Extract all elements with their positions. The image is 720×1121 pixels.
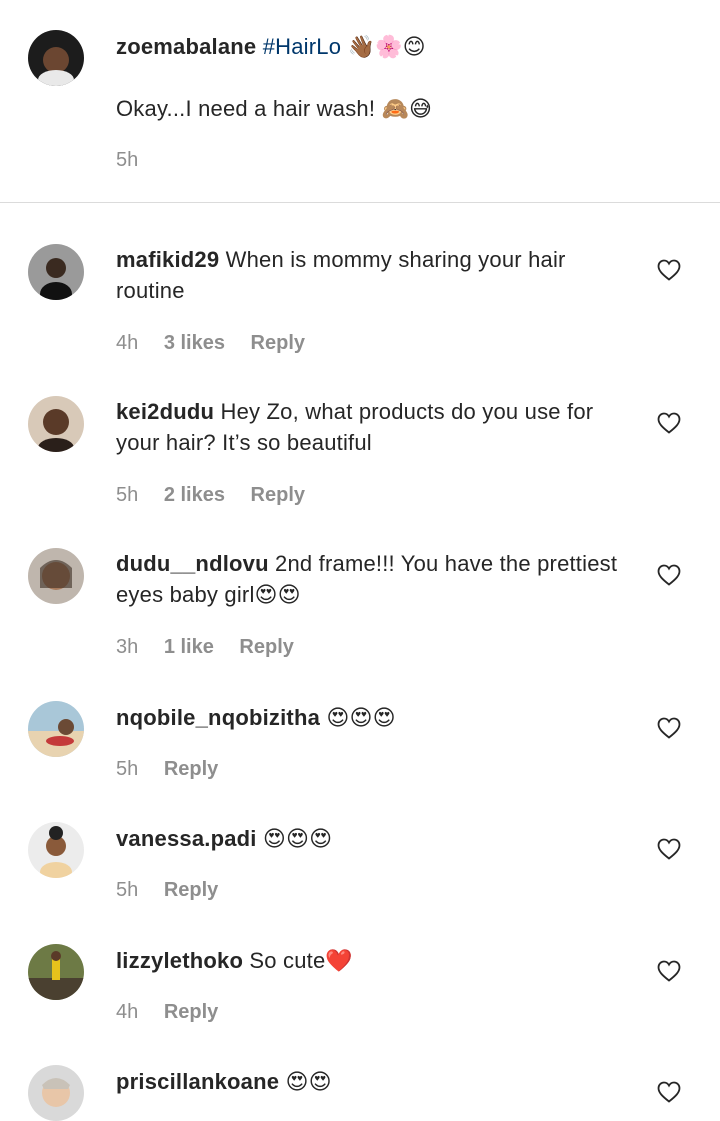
comment-emoji: ❤️ <box>325 949 354 974</box>
comment-body: kei2dudu Hey Zo, what products do you us… <box>116 396 636 458</box>
comment-meta: 4h Reply <box>116 1000 238 1024</box>
heart-outline-icon[interactable] <box>657 960 681 982</box>
reply-button[interactable]: Reply <box>251 484 305 506</box>
avatar[interactable] <box>28 244 84 300</box>
avatar[interactable] <box>28 396 84 452</box>
comment-emoji: 😍😍😍 <box>262 827 333 852</box>
heart-outline-icon[interactable] <box>657 259 681 281</box>
comment-meta: 5h Reply <box>116 878 238 902</box>
reply-button[interactable]: Reply <box>239 636 293 658</box>
avatar[interactable] <box>28 548 84 604</box>
caption-text-emoji: 🙈😅 <box>381 97 433 122</box>
comment-likes[interactable]: 1 like <box>164 636 214 658</box>
comment-body: mafikid29 When is mommy sharing your hai… <box>116 244 636 306</box>
comment-time: 4h <box>116 332 139 354</box>
reply-button[interactable]: Reply <box>164 758 218 780</box>
comment-emoji: 😍😍 <box>254 583 301 608</box>
heart-outline-icon[interactable] <box>657 838 681 860</box>
comment-emoji: 😍😍 <box>285 1070 332 1095</box>
caption-time: 5h <box>116 149 139 171</box>
comment-meta: 4h 3 likes Reply <box>116 331 325 355</box>
comment-time: 5h <box>116 484 139 506</box>
comment-username[interactable]: priscillankoane <box>116 1069 279 1094</box>
comment-body: dudu__ndlovu 2nd frame!!! You have the p… <box>116 548 636 611</box>
comment-username[interactable]: dudu__ndlovu <box>116 551 269 576</box>
comment-text: So cute <box>249 948 326 973</box>
comment-time: 5h <box>116 758 139 780</box>
avatar[interactable] <box>28 822 84 878</box>
comment-body: nqobile_nqobizitha 😍😍😍 <box>116 702 636 734</box>
comment-username[interactable]: nqobile_nqobizitha <box>116 705 320 730</box>
caption-hashtag-emoji: 👋🏾🌸😊 <box>347 35 426 60</box>
comment-likes[interactable]: 3 likes <box>164 332 225 354</box>
comment-body: priscillankoane 😍😍 <box>116 1066 636 1098</box>
reply-button[interactable]: Reply <box>251 332 305 354</box>
reply-button[interactable]: Reply <box>164 879 218 901</box>
divider <box>0 202 720 203</box>
heart-outline-icon[interactable] <box>657 412 681 434</box>
caption-hashtag[interactable]: #HairLo <box>263 34 341 59</box>
comment-emoji: 😍😍😍 <box>326 706 396 731</box>
caption-username[interactable]: zoemabalane <box>116 34 256 59</box>
comment-body: vanessa.padi 😍😍😍 <box>116 823 636 855</box>
comment-time: 3h <box>116 636 139 658</box>
heart-outline-icon[interactable] <box>657 1081 681 1103</box>
caption-body: Okay...I need a hair wash! 🙈😅 <box>116 93 636 125</box>
comment-meta: 3h 1 like Reply <box>116 635 314 659</box>
comment-likes[interactable]: 2 likes <box>164 484 225 506</box>
comment-username[interactable]: mafikid29 <box>116 247 219 272</box>
avatar[interactable] <box>28 701 84 757</box>
reply-button[interactable]: Reply <box>164 1001 218 1023</box>
comment-time: 5h <box>116 879 139 901</box>
avatar[interactable] <box>28 944 84 1000</box>
post-caption: zoemabalane #HairLo 👋🏾🌸😊 Okay...I need a… <box>0 0 720 203</box>
heart-outline-icon[interactable] <box>657 564 681 586</box>
avatar[interactable] <box>28 1065 84 1121</box>
heart-outline-icon[interactable] <box>657 717 681 739</box>
comment-time: 4h <box>116 1001 139 1023</box>
comment-meta: 5h 2 likes Reply <box>116 483 325 507</box>
comment-username[interactable]: kei2dudu <box>116 399 214 424</box>
comment-body: lizzylethoko So cute❤️ <box>116 945 636 977</box>
comment-username[interactable]: lizzylethoko <box>116 948 243 973</box>
caption-header: zoemabalane #HairLo 👋🏾🌸😊 <box>116 31 636 63</box>
caption-text: Okay...I need a hair wash! <box>116 96 376 121</box>
avatar[interactable] <box>28 30 84 86</box>
comment-meta: 5h Reply <box>116 757 238 781</box>
caption-meta: 5h <box>116 148 158 172</box>
comment-username[interactable]: vanessa.padi <box>116 826 257 851</box>
